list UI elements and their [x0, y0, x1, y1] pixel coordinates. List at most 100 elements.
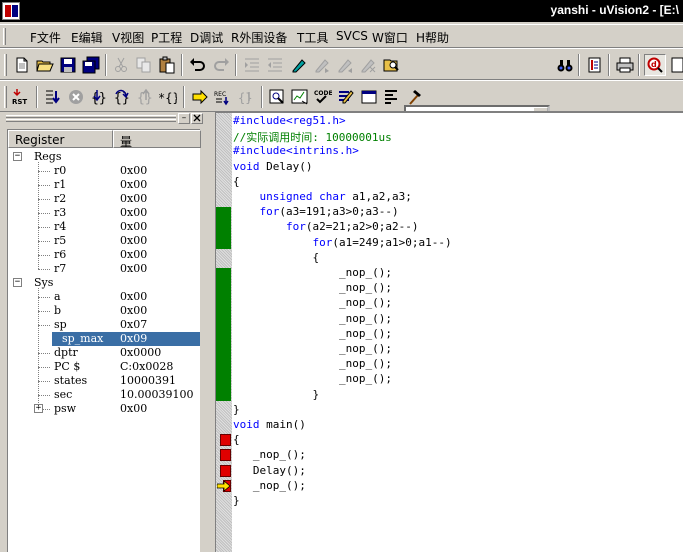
new-file-button[interactable] — [11, 54, 33, 76]
register-row[interactable]: sec 10.00039100 — [8, 388, 200, 402]
code-line[interactable]: _nop_(); — [233, 448, 306, 463]
disassembly-window-button[interactable] — [266, 86, 288, 108]
register-row[interactable]: sp_max 0x09 — [52, 332, 200, 346]
value-column-header[interactable]: 量 — [113, 130, 201, 149]
open-file-button[interactable] — [34, 54, 56, 76]
register-value[interactable]: 0x00 — [120, 206, 147, 219]
indent-button[interactable] — [241, 54, 263, 76]
code-line[interactable]: _nop_(); — [233, 296, 392, 311]
register-row[interactable]: r7 0x00 — [8, 262, 200, 276]
register-value[interactable]: 10000391 — [120, 374, 176, 387]
code-line[interactable]: } — [233, 388, 319, 403]
register-value[interactable]: 0x00 — [120, 304, 147, 317]
trace-record-button[interactable]: REC — [212, 86, 234, 108]
register-value[interactable]: 0x09 — [120, 332, 147, 345]
code-coverage-button[interactable]: CODE — [312, 86, 334, 108]
register-row[interactable]: r3 0x00 — [8, 206, 200, 220]
panel-minimize-button[interactable]: – — [178, 113, 190, 124]
code-line[interactable]: for(a2=21;a2>0;a2--) — [233, 220, 418, 235]
save-all-button[interactable] — [80, 54, 102, 76]
menu-item-3[interactable]: P工程 — [151, 29, 182, 46]
title-bar[interactable]: yanshi - uVision2 - [E:\ — [0, 0, 683, 22]
register-row[interactable]: PC $ C:0x0028 — [8, 360, 200, 374]
register-value[interactable]: C:0x0028 — [120, 360, 173, 373]
register-row[interactable]: + psw 0x00 — [8, 402, 200, 416]
register-value[interactable]: 0x0000 — [120, 346, 161, 359]
reset-cpu-button[interactable]: RST — [10, 86, 32, 108]
collapse-icon[interactable]: − — [13, 278, 22, 287]
code-line[interactable]: } — [233, 403, 240, 418]
breakpoint-marker[interactable] — [220, 464, 231, 477]
find-in-files-button[interactable] — [380, 54, 402, 76]
code-line[interactable]: unsigned char a1,a2,a3; — [233, 190, 412, 205]
code-line[interactable]: _nop_(); — [233, 479, 306, 494]
code-line[interactable]: _nop_(); — [233, 357, 392, 372]
cut-button[interactable] — [110, 54, 132, 76]
menu-item-5[interactable]: R外围设备 — [231, 29, 287, 46]
register-row[interactable]: r1 0x00 — [8, 178, 200, 192]
toolbar-grip[interactable] — [4, 54, 7, 76]
code-line[interactable]: for(a3=191;a3>0;a3--) — [233, 205, 399, 220]
register-row[interactable]: r0 0x00 — [8, 164, 200, 178]
code-line[interactable]: _nop_(); — [233, 266, 392, 281]
copy-button[interactable] — [133, 54, 155, 76]
register-value[interactable]: 0x07 — [120, 318, 147, 331]
menu-item-2[interactable]: V视图 — [112, 29, 144, 46]
panel-close-button[interactable] — [191, 113, 203, 124]
menu-grip[interactable] — [3, 28, 6, 45]
memory-window-button[interactable] — [358, 86, 380, 108]
register-value[interactable]: 10.00039100 — [120, 388, 193, 401]
menu-item-6[interactable]: T工具 — [297, 29, 328, 46]
register-value[interactable]: 0x00 — [120, 234, 147, 247]
save-button[interactable] — [57, 54, 79, 76]
print-button[interactable] — [614, 54, 636, 76]
watch-window-button[interactable] — [289, 86, 311, 108]
menu-item-8[interactable]: W窗口 — [372, 29, 408, 46]
register-row[interactable]: r4 0x00 — [8, 220, 200, 234]
find-button[interactable] — [554, 54, 576, 76]
unindent-button[interactable] — [264, 54, 286, 76]
app-icon[interactable] — [2, 2, 20, 20]
bookmark-next-button[interactable] — [311, 54, 333, 76]
run-to-cursor-button[interactable]: *{} — [157, 86, 179, 108]
register-group-sys[interactable]: − Sys — [8, 276, 200, 290]
source-editor[interactable]: #include<reg51.h>//实际调用时间: 10000001us #in… — [215, 112, 683, 552]
paste-button[interactable] — [156, 54, 178, 76]
code-line[interactable]: //实际调用时间: 10000001us — [233, 129, 392, 144]
code-line[interactable]: _nop_(); — [233, 281, 392, 296]
menu-item-4[interactable]: D调试 — [190, 29, 223, 46]
step-over-button[interactable]: {} — [111, 86, 133, 108]
register-column-header[interactable]: Register — [8, 130, 113, 148]
serial-window-button[interactable] — [335, 86, 357, 108]
register-row[interactable]: sp 0x07 — [8, 318, 200, 332]
code-line[interactable]: { — [233, 251, 319, 266]
undo-button[interactable] — [187, 54, 209, 76]
menu-item-1[interactable]: E编辑 — [71, 29, 103, 46]
debug-session-button[interactable]: d — [644, 54, 666, 76]
register-row[interactable]: b 0x00 — [8, 304, 200, 318]
menu-item-0[interactable]: F文件 — [30, 29, 61, 46]
register-value[interactable]: 0x00 — [120, 164, 147, 177]
register-row[interactable]: states 10000391 — [8, 374, 200, 388]
menu-item-7[interactable]: SVCS — [336, 29, 368, 43]
code-line[interactable]: { — [233, 433, 240, 448]
code-line[interactable]: _nop_(); — [233, 312, 392, 327]
code-line[interactable]: _nop_(); — [233, 342, 392, 357]
step-out-button[interactable]: {} — [134, 86, 156, 108]
register-value[interactable]: 0x00 — [120, 220, 147, 233]
code-line[interactable]: #include<intrins.h> — [233, 144, 359, 159]
code-line[interactable]: #include<reg51.h> — [233, 114, 346, 129]
breakpoint-marker[interactable] — [220, 449, 231, 462]
bookmark-clear-button[interactable] — [357, 54, 379, 76]
register-value[interactable]: 0x00 — [120, 178, 147, 191]
collapse-icon[interactable]: − — [13, 152, 22, 161]
incremental-find-button[interactable] — [584, 54, 606, 76]
register-value[interactable]: 0x00 — [120, 248, 147, 261]
register-row[interactable]: a 0x00 — [8, 290, 200, 304]
menu-item-9[interactable]: H帮助 — [416, 29, 449, 46]
bookmark-toggle-button[interactable] — [288, 54, 310, 76]
bookmark-prev-button[interactable] — [334, 54, 356, 76]
register-row[interactable]: dptr 0x0000 — [8, 346, 200, 360]
show-next-statement-button[interactable] — [189, 86, 211, 108]
code-line[interactable]: void main() — [233, 418, 306, 433]
